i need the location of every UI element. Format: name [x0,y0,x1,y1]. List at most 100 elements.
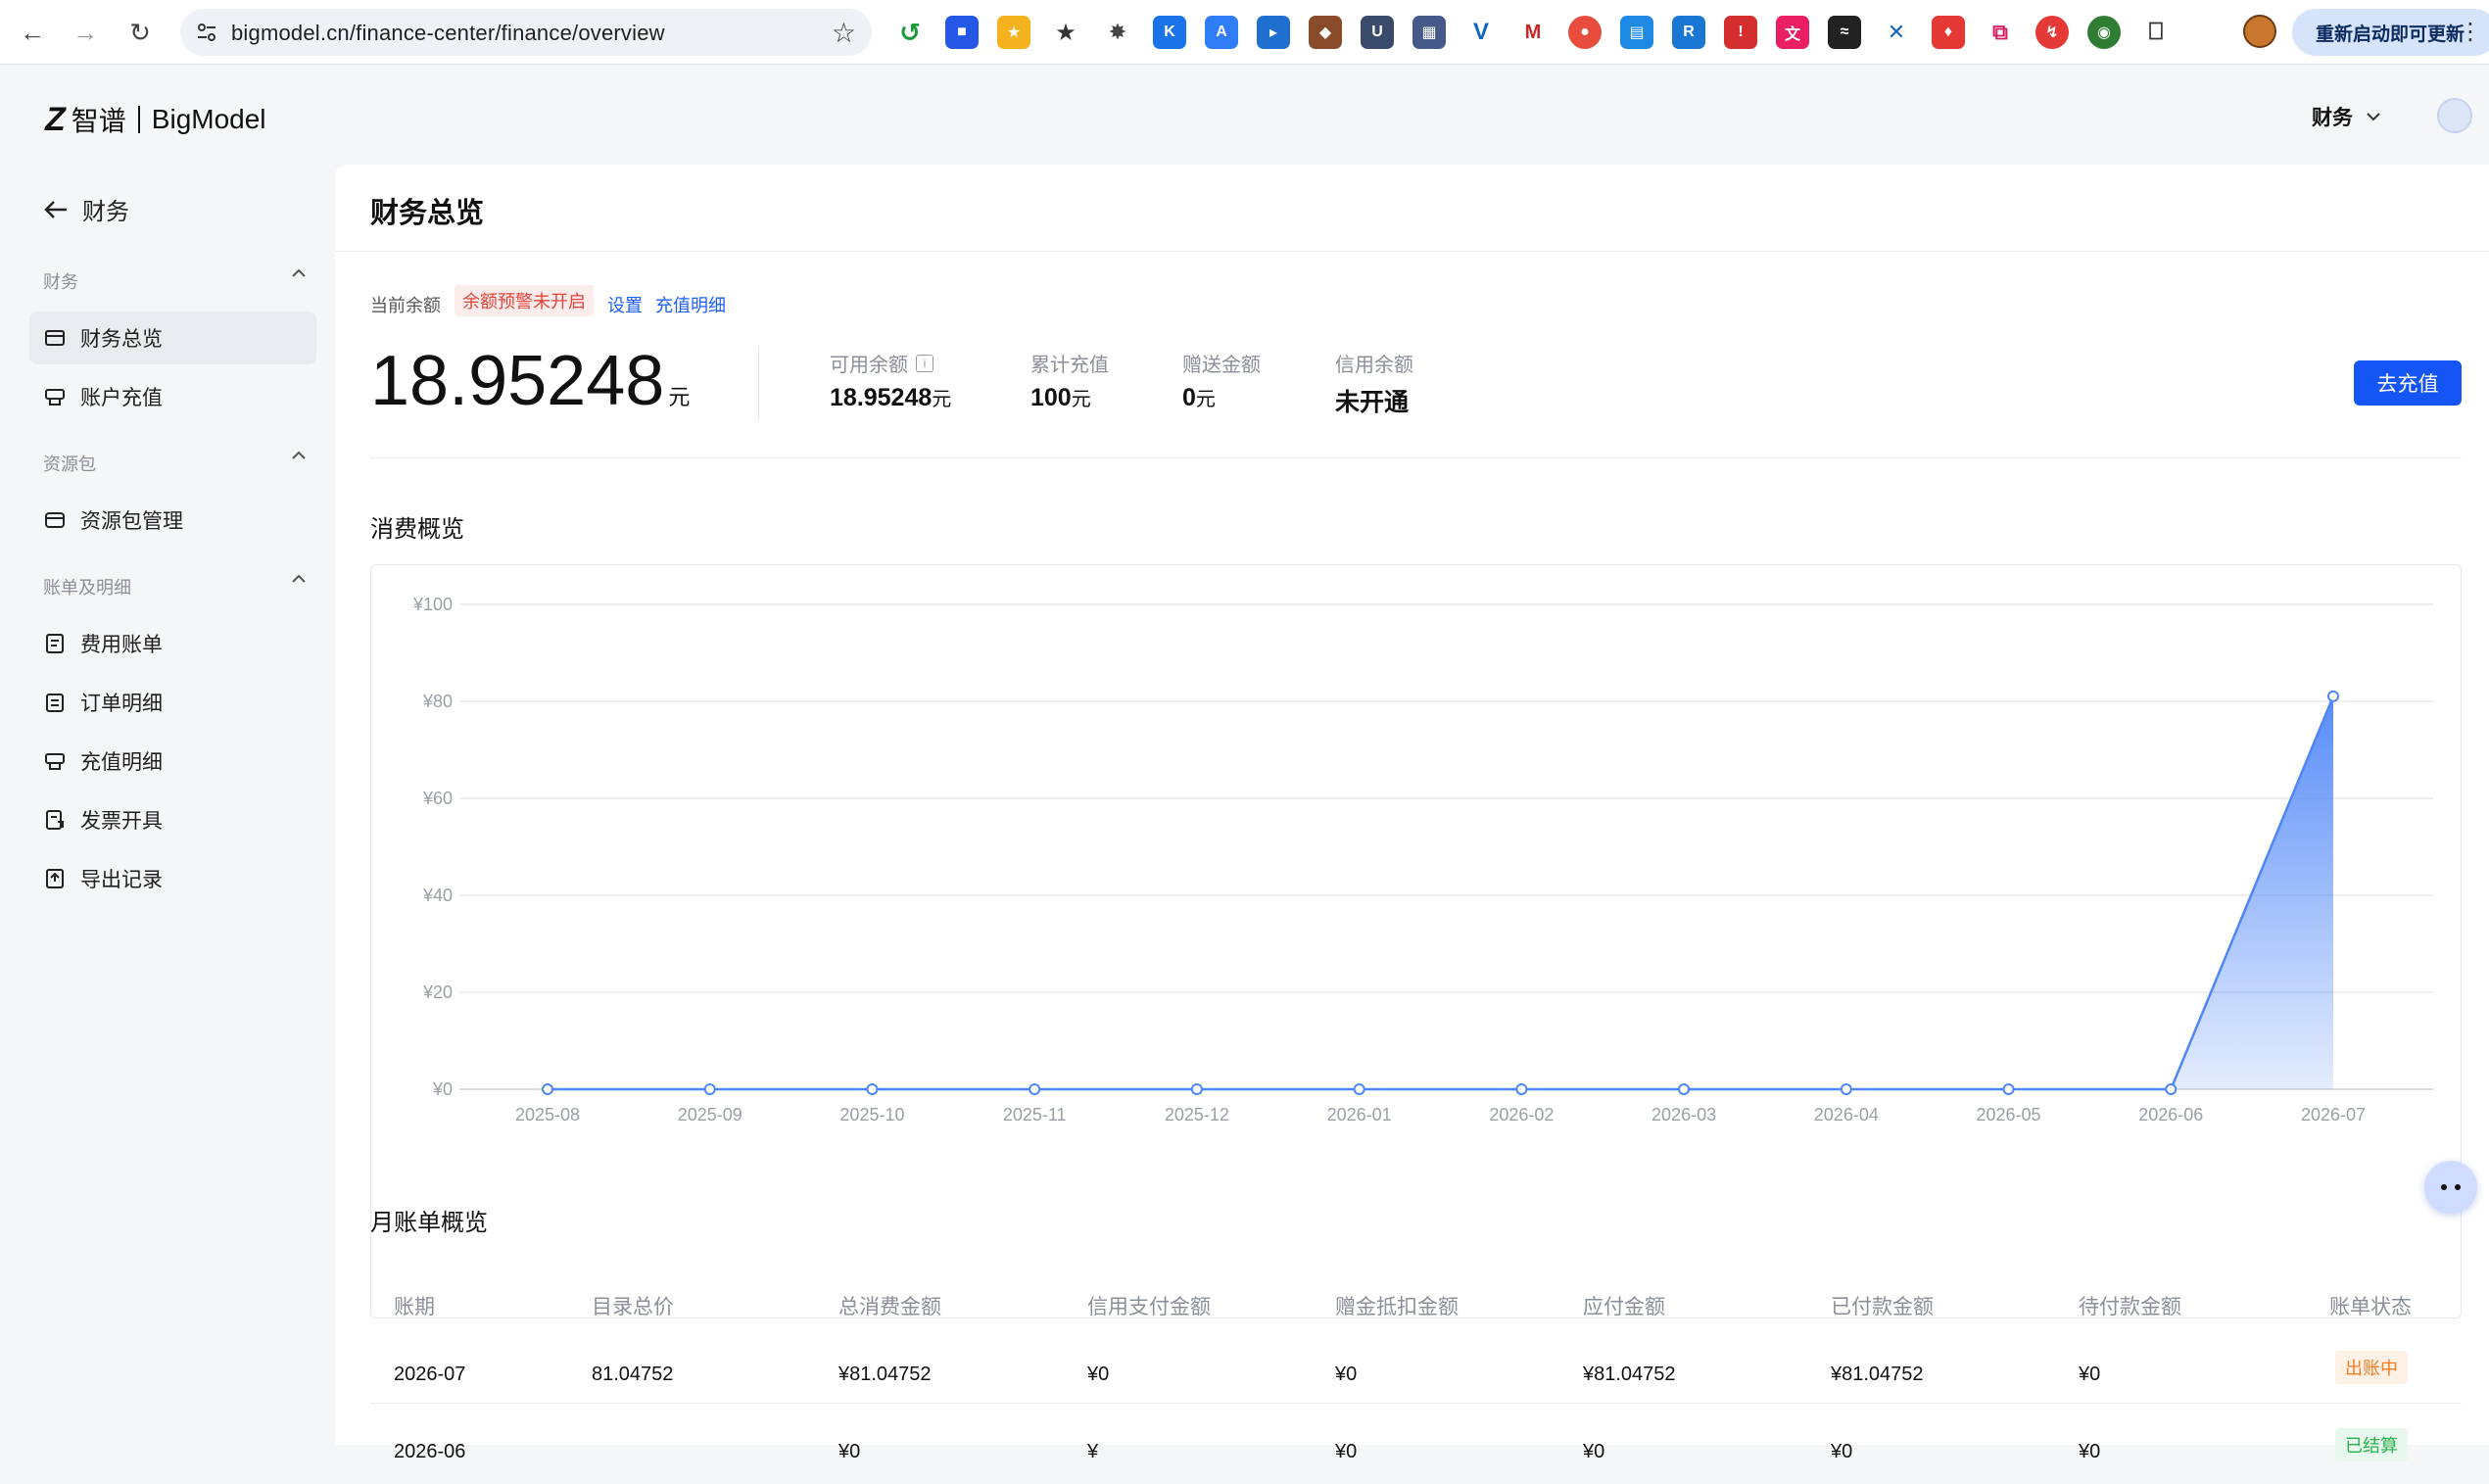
sidebar-item-label: 订单明细 [80,693,163,715]
sidebar-group-billing[interactable]: 账单及明细 [43,574,308,599]
cell-paid: ¥0 [1831,1441,1853,1462]
extension-notify-icon[interactable]: ! [1724,16,1757,49]
back-icon[interactable]: ← [14,14,51,51]
info-icon[interactable]: i [916,354,933,372]
sidebar-group-label: 财务 [43,272,78,292]
col-status: 账单状态 [2329,1296,2412,1318]
sidebar-item-account-recharge[interactable]: 账户充值 [29,370,316,423]
bookmark-star-icon[interactable]: ☆ [832,17,856,49]
chevron-up-icon [292,451,306,459]
extension-m-icon[interactable]: M [1516,16,1550,49]
extension-translate-zh-icon[interactable]: 文 [1776,16,1809,49]
settings-link[interactable]: 设置 [607,292,643,317]
reload-icon[interactable]: ↻ [121,14,159,51]
extension-circle-icon[interactable]: ● [1568,16,1602,49]
url-text[interactable]: bigmodel.cn/finance-center/finance/overv… [231,21,665,46]
forward-icon[interactable]: → [67,14,104,51]
logo-separator [137,106,140,133]
extension-star-dark-icon[interactable]: ★ [1049,16,1082,49]
assistant-bot-button[interactable] [2424,1161,2477,1214]
chevron-down-icon [2367,113,2380,121]
x-tick-label: 2026-07 [2301,1105,2366,1125]
current-balance: 18.95248 元 [370,341,690,421]
sidebar-item-recharge-detail[interactable]: 充值明细 [29,735,316,788]
balance-divider [758,347,759,419]
extension-doc-icon[interactable]: ▤ [1620,16,1653,49]
x-tick-label: 2026-05 [1977,1105,2041,1125]
extension-u-icon[interactable]: U [1361,16,1394,49]
table-row[interactable]: 2026-06 ¥0 ¥ ¥0 ¥0 ¥0 ¥0 [370,1421,2462,1484]
recharge-button[interactable]: 去充值 [2354,360,2462,406]
extension-rss-icon[interactable]: R [1672,16,1705,49]
package-icon [43,508,67,532]
sidebar-item-finance-overview[interactable]: 财务总览 [29,311,316,364]
extension-bookmark-icon[interactable]: ■ [945,16,979,49]
stat-label: 累计充值 [1030,355,1109,376]
stat-unit: 元 [932,389,952,410]
data-point [1190,1083,1203,1095]
table-row[interactable]: 2026-07 81.04752 ¥81.04752 ¥0 ¥0 ¥81.047… [370,1344,2462,1407]
sidebar-back-label: 财务 [82,199,129,225]
extension-vscode-icon[interactable]: ▸ [1257,16,1290,49]
sidebar-group-finance[interactable]: 财务 [43,268,308,294]
brand-name-cn: 智谱 [71,106,126,136]
col-gift-deduction: 赠金抵扣金额 [1335,1296,1459,1318]
order-icon [43,691,67,714]
extension-puzzle-red-icon[interactable]: ♦ [1932,16,1965,49]
extension-k-icon[interactable]: K [1153,16,1186,49]
stat-total-recharge: 累计充值 100元 [1030,349,1109,412]
sidebar-item-package-management[interactable]: 资源包管理 [29,494,316,547]
col-period: 账期 [394,1296,435,1318]
profile-avatar[interactable] [2243,15,2276,48]
consumption-section-title: 消费概览 [370,516,464,543]
sidebar-item-invoice[interactable]: 发票开具 [29,793,316,846]
extensions-puzzle-icon[interactable]: ⎕ [2139,16,2173,49]
status-badge: 已结算 [2335,1428,2408,1461]
cell-gift-deduction: ¥0 [1335,1364,1358,1385]
col-total-consumption: 总消费金额 [838,1296,941,1318]
x-tick-label: 2026-02 [1489,1105,1554,1125]
x-tick-label: 2026-04 [1814,1105,1879,1125]
cell-paid: ¥81.04752 [1831,1364,1924,1385]
site-settings-icon[interactable] [194,20,219,45]
extension-chart-icon[interactable]: ≈ [1828,16,1861,49]
bill-icon [43,632,67,655]
extension-game-icon[interactable]: ◆ [1309,16,1342,49]
sidebar-item-label: 费用账单 [80,634,163,656]
address-bar[interactable]: bigmodel.cn/finance-center/finance/overv… [180,9,872,56]
data-point [866,1083,879,1095]
extension-ai-icon[interactable]: ✸ [1101,16,1134,49]
user-avatar[interactable] [2437,98,2472,133]
extension-translate-icon[interactable]: A [1205,16,1238,49]
brand-logo[interactable]: Z 智谱 BigModel [45,100,266,139]
recharge-detail-link[interactable]: 充值明细 [655,292,726,317]
x-tick-label: 2025-12 [1165,1105,1229,1125]
page-title: 财务总览 [370,198,485,229]
sidebar-group-packages[interactable]: 资源包 [43,451,308,476]
sidebar-item-order-detail[interactable]: 订单明细 [29,676,316,729]
extension-copy-icon[interactable]: ⧉ [1984,16,2017,49]
title-divider [335,251,2489,252]
extension-globe-icon[interactable]: ◉ [2087,16,2121,49]
data-point [1515,1083,1528,1095]
browser-menu-icon[interactable]: ⋮ [2459,18,2482,46]
extension-grid-icon[interactable]: ▦ [1412,16,1446,49]
header-menu-label: 财务 [2312,107,2353,129]
sidebar: 财务 财务 财务总览 账户充值 资源包 资源包管理 账单及明细 费用账单 订单明… [0,167,333,1445]
y-tick-label: ¥20 [422,982,453,1002]
header-finance-menu[interactable]: 财务 [2312,102,2382,131]
sidebar-item-expense-bill[interactable]: 费用账单 [29,617,316,670]
extension-star-icon[interactable]: ★ [997,16,1030,49]
cell-period: 2026-06 [394,1441,466,1462]
consumption-chart: ¥100 ¥80 ¥60 ¥40 ¥20 ¥0 2025-08 2025-09 2025-10 2… [370,564,2462,1318]
stat-value: 18.95248 [830,384,933,411]
sidebar-back-link[interactable]: 财务 [43,192,129,226]
sidebar-item-export-records[interactable]: 导出记录 [29,852,316,905]
extension-bolt-icon[interactable]: ↯ [2035,16,2069,49]
extension-x-icon[interactable]: ✕ [1880,16,1913,49]
extension-v-icon[interactable]: V [1464,16,1498,49]
extension-refresh-icon[interactable]: ↺ [893,16,927,49]
table-header: 账期 目录总价 总消费金额 信用支付金额 赠金抵扣金额 应付金额 已付款金额 待… [370,1271,2462,1334]
sidebar-item-label: 导出记录 [80,869,163,891]
y-tick-label: ¥80 [422,692,453,711]
